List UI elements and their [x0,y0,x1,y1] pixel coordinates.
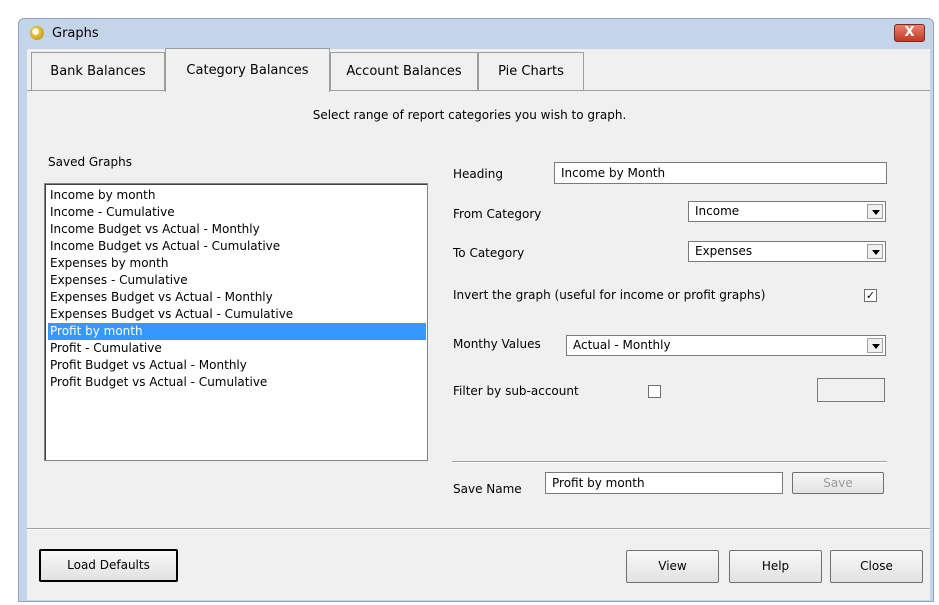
chevron-down-icon[interactable] [867,338,883,353]
monthly-values-select[interactable]: Actual - Monthly [566,335,886,356]
from-category-value: Income [695,204,740,218]
list-item-selected[interactable]: Profit by month [48,323,426,340]
list-item[interactable]: Income Budget vs Actual - Cumulative [48,238,426,255]
checkmark-icon: ✓ [865,289,876,302]
to-category-value: Expenses [695,244,753,258]
close-button[interactable]: Close [830,550,923,583]
saved-graphs-list[interactable]: Income by month Income - Cumulative Inco… [44,183,428,461]
tab-category-balances[interactable]: Category Balances [165,48,330,92]
invert-checkbox[interactable]: ✓ [864,289,877,302]
tab-bank-balances[interactable]: Bank Balances [31,52,165,90]
list-item[interactable]: Profit Budget vs Actual - Cumulative [48,374,426,391]
list-item[interactable]: Expenses Budget vs Actual - Monthly [48,289,426,306]
list-item[interactable]: Expenses - Cumulative [48,272,426,289]
saved-graphs-label: Saved Graphs [48,155,132,169]
list-item[interactable]: Expenses by month [48,255,426,272]
save-name-label: Save Name [453,482,522,496]
heading-input[interactable]: Income by Month [554,162,887,184]
filter-checkbox[interactable] [648,385,661,398]
bottom-separator [27,528,930,530]
chevron-down-icon[interactable] [867,244,883,259]
from-category-label: From Category [453,207,542,221]
list-item[interactable]: Income by month [48,187,426,204]
close-icon: X [904,25,915,40]
tab-divider [27,90,930,91]
window-close-button[interactable]: X [894,24,925,42]
app-icon [30,26,44,40]
tab-account-balances[interactable]: Account Balances [330,52,478,90]
monthly-values-label: Monthy Values [453,337,541,351]
tab-pie-charts[interactable]: Pie Charts [478,52,584,90]
invert-label: Invert the graph (useful for income or p… [453,288,766,302]
load-defaults-button[interactable]: Load Defaults [39,549,178,582]
filter-label: Filter by sub-account [453,384,579,398]
tab-label: Bank Balances [50,64,146,79]
to-category-label: To Category [453,246,525,260]
save-name-input[interactable]: Profit by month [545,472,783,494]
sub-account-input[interactable] [817,378,885,402]
view-button[interactable]: View [626,550,719,583]
list-item[interactable]: Income Budget vs Actual - Monthly [48,221,426,238]
tab-label: Pie Charts [498,64,564,79]
save-button[interactable]: Save [792,472,884,494]
monthly-values-value: Actual - Monthly [573,338,671,352]
list-item[interactable]: Expenses Budget vs Actual - Cumulative [48,306,426,323]
title-bar[interactable] [19,19,933,49]
heading-label: Heading [453,167,503,181]
chevron-down-icon[interactable] [867,204,883,219]
instruction-text: Select range of report categories you wi… [312,108,627,122]
help-button[interactable]: Help [729,550,822,583]
tab-label: Account Balances [346,64,462,79]
tab-label: Category Balances [186,63,309,78]
from-category-select[interactable]: Income [688,201,886,222]
to-category-select[interactable]: Expenses [688,241,886,262]
list-item[interactable]: Profit Budget vs Actual - Monthly [48,357,426,374]
separator [452,461,887,463]
window-title: Graphs [52,26,99,41]
list-item[interactable]: Profit - Cumulative [48,340,426,357]
list-item[interactable]: Income - Cumulative [48,204,426,221]
